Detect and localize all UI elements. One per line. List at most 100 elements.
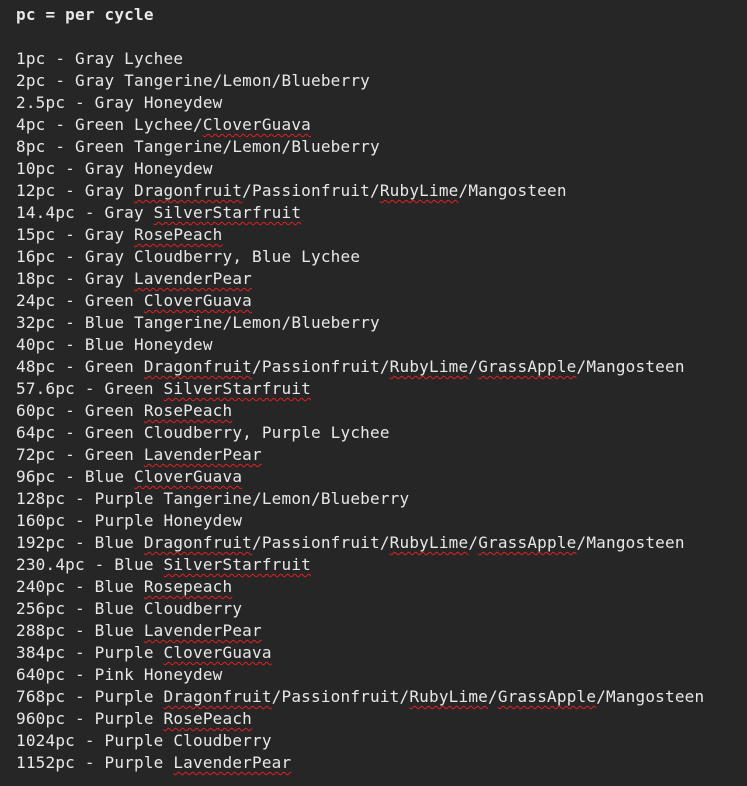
- misspelled-word: LavenderPear: [173, 753, 292, 772]
- line-text: 72pc - Green: [16, 445, 144, 464]
- misspelled-word: CloverGuava: [134, 467, 243, 486]
- line-text: 4pc - Green Lychee/: [16, 115, 203, 134]
- line-text: 10pc - Gray Honeydew: [16, 159, 213, 178]
- line-text: 16pc - Gray Cloudberry, Blue Lychee: [16, 247, 361, 266]
- misspelled-word: GrassApple: [497, 687, 597, 706]
- line-text: 1152pc - Purple: [16, 753, 174, 772]
- line-text: 15pc - Gray: [16, 225, 134, 244]
- misspelled-word: Rosepeach: [143, 577, 233, 596]
- text-editor[interactable]: pc = per cycle 1pc - Gray Lychee 2pc - Gr…: [0, 0, 747, 786]
- tier-line: 15pc - Gray RosePeach: [16, 224, 747, 246]
- misspelled-word: LavenderPear: [143, 621, 262, 640]
- tier-line: 96pc - Blue CloverGuava: [16, 466, 747, 488]
- line-text: 64pc - Green Cloudberry, Purple Lychee: [16, 423, 390, 442]
- line-text: 18pc - Gray: [16, 269, 134, 288]
- line-text: 12pc - Gray: [16, 181, 134, 200]
- misspelled-word: RosePeach: [163, 709, 252, 728]
- misspelled-word: GrassApple: [478, 533, 577, 552]
- tier-line: 57.6pc - Green SilverStarfruit: [16, 378, 747, 400]
- header-line: pc = per cycle: [16, 5, 154, 24]
- tier-line: 48pc - Green Dragonfruit/Passionfruit/Ru…: [16, 356, 747, 378]
- line-text: /Mangosteen: [458, 181, 567, 200]
- tier-line: 12pc - Gray Dragonfruit/Passionfruit/Rub…: [16, 180, 747, 202]
- tier-line: 18pc - Gray LavenderPear: [16, 268, 747, 290]
- misspelled-word: RosePeach: [134, 225, 223, 244]
- line-text: 640pc - Pink Honeydew: [16, 665, 223, 684]
- misspelled-word: Dragonfruit: [143, 533, 252, 552]
- misspelled-word: SilverStarfruit: [153, 203, 302, 222]
- line-text: 240pc - Blue: [16, 577, 144, 596]
- misspelled-word: GrassApple: [478, 357, 577, 376]
- tier-line: 288pc - Blue LavenderPear: [16, 620, 747, 642]
- tier-line: 2pc - Gray Tangerine/Lemon/Blueberry: [16, 70, 747, 92]
- line-text: /: [468, 533, 479, 552]
- line-text: 32pc - Blue Tangerine/Lemon/Blueberry: [16, 313, 380, 332]
- tier-line: 16pc - Gray Cloudberry, Blue Lychee: [16, 246, 747, 268]
- tier-line: 256pc - Blue Cloudberry: [16, 598, 747, 620]
- misspelled-word: SilverStarfruit: [163, 379, 311, 398]
- line-text: 48pc - Green: [16, 357, 144, 376]
- line-text: 57.6pc - Green: [16, 379, 164, 398]
- line-text: /Mangosteen: [576, 533, 685, 552]
- line-text: /: [488, 687, 498, 706]
- line-text: 960pc - Purple: [16, 709, 164, 728]
- line-text: /Passionfruit/: [242, 181, 380, 200]
- misspelled-word: RosePeach: [143, 401, 233, 420]
- line-text: 96pc - Blue: [16, 467, 134, 486]
- line-text: 24pc - Green: [16, 291, 144, 310]
- tier-line: 8pc - Green Tangerine/Lemon/Blueberry: [16, 136, 747, 158]
- tier-line: 40pc - Blue Honeydew: [16, 334, 747, 356]
- line-text: /Passionfruit/: [252, 357, 390, 376]
- misspelled-word: LavenderPear: [143, 445, 262, 464]
- misspelled-word: CloverGuava: [163, 643, 272, 662]
- tier-line: 192pc - Blue Dragonfruit/Passionfruit/Ru…: [16, 532, 747, 554]
- misspelled-word: RubyLime: [389, 357, 469, 376]
- line-text: 8pc - Green Tangerine/Lemon/Blueberry: [16, 137, 380, 156]
- line-text: /Mangosteen: [576, 357, 685, 376]
- tier-line: 10pc - Gray Honeydew: [16, 158, 747, 180]
- line-text: 160pc - Purple Honeydew: [16, 511, 243, 530]
- line-text: 230.4pc - Blue: [16, 555, 164, 574]
- line-text: /: [468, 357, 479, 376]
- tier-line: 240pc - Blue Rosepeach: [16, 576, 747, 598]
- tier-line: 32pc - Blue Tangerine/Lemon/Blueberry: [16, 312, 747, 334]
- line-text: 14.4pc - Gray: [16, 203, 154, 222]
- line-text: 1pc - Gray Lychee: [16, 49, 184, 68]
- misspelled-word: RubyLime: [389, 533, 469, 552]
- tier-line: 1152pc - Purple LavenderPear: [16, 752, 747, 774]
- line-text: 60pc - Green: [16, 401, 144, 420]
- tier-line: 640pc - Pink Honeydew: [16, 664, 747, 686]
- line-text: /Passionfruit/: [271, 687, 410, 706]
- misspelled-word: Dragonfruit: [143, 357, 252, 376]
- tier-line: 1024pc - Purple Cloudberry: [16, 730, 747, 752]
- tier-line: 960pc - Purple RosePeach: [16, 708, 747, 730]
- line-text: 192pc - Blue: [16, 533, 144, 552]
- misspelled-word: LavenderPear: [134, 269, 252, 288]
- tier-line: 24pc - Green CloverGuava: [16, 290, 747, 312]
- line-text: 384pc - Purple: [16, 643, 164, 662]
- tier-line: 60pc - Green RosePeach: [16, 400, 747, 422]
- misspelled-word: Dragonfruit: [134, 181, 243, 200]
- tier-line: 72pc - Green LavenderPear: [16, 444, 747, 466]
- tier-line: 1pc - Gray Lychee: [16, 48, 747, 70]
- tier-line: 230.4pc - Blue SilverStarfruit: [16, 554, 747, 576]
- misspelled-word: RubyLime: [409, 687, 489, 706]
- line-text: 40pc - Blue Honeydew: [16, 335, 213, 354]
- line-text: 256pc - Blue Cloudberry: [16, 599, 243, 618]
- line-text: 1024pc - Purple Cloudberry: [16, 731, 272, 750]
- tier-line: 384pc - Purple CloverGuava: [16, 642, 747, 664]
- misspelled-word: RubyLime: [379, 181, 459, 200]
- tier-line: 768pc - Purple Dragonfruit/Passionfruit/…: [16, 686, 747, 708]
- line-text: 128pc - Purple Tangerine/Lemon/Blueberry: [16, 489, 410, 508]
- misspelled-word: Dragonfruit: [163, 687, 272, 706]
- line-text: 288pc - Blue: [16, 621, 144, 640]
- line-text: 2pc - Gray Tangerine/Lemon/Blueberry: [16, 71, 370, 90]
- line-text: /Mangosteen: [596, 687, 705, 706]
- line-text: 768pc - Purple: [16, 687, 164, 706]
- tier-line: 64pc - Green Cloudberry, Purple Lychee: [16, 422, 747, 444]
- tier-list: 1pc - Gray Lychee 2pc - Gray Tangerine/Le…: [16, 48, 747, 774]
- tier-line: 14.4pc - Gray SilverStarfruit: [16, 202, 747, 224]
- tier-line: 2.5pc - Gray Honeydew: [16, 92, 747, 114]
- tier-line: 160pc - Purple Honeydew: [16, 510, 747, 532]
